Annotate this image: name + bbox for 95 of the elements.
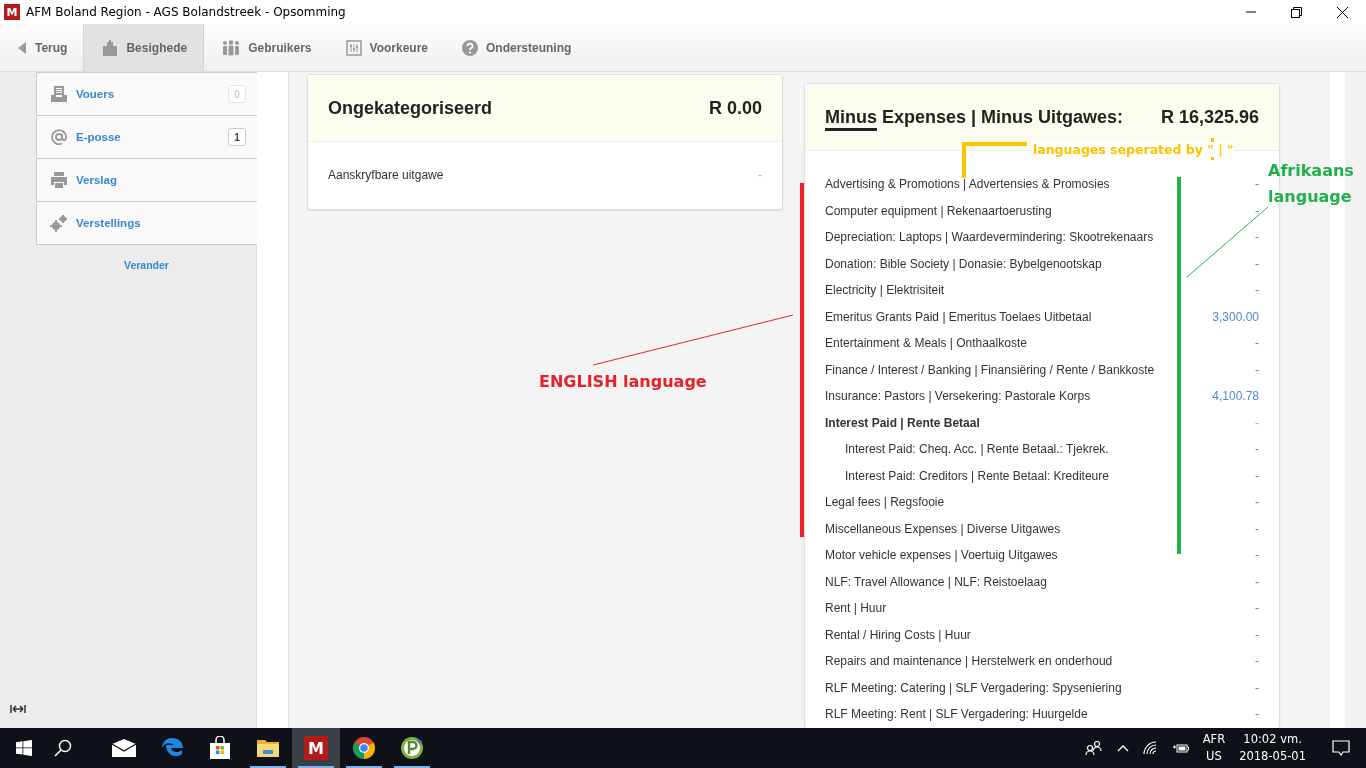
people-icon[interactable]	[1084, 740, 1103, 756]
expense-category: Donation: Bible Society | Donasie: Bybelgenootskap	[825, 256, 1102, 271]
notifications-icon[interactable]	[1332, 740, 1350, 756]
chrome-browser-icon	[352, 736, 376, 760]
expense-category: Insurance: Pastors | Versekering: Pastorale Korps	[825, 389, 1091, 404]
count-badge: 1	[228, 128, 246, 146]
sliders-icon	[345, 39, 362, 56]
shopping-bag-icon	[208, 736, 232, 760]
expense-category: Computer equipment | Rekenaartoerusting	[825, 203, 1052, 218]
expense-category: Advertising & Promotions | Advertensies & Promosies	[825, 177, 1110, 192]
expense-amount[interactable]: -	[1255, 256, 1259, 271]
expense-amount[interactable]: -	[1255, 574, 1259, 589]
users-icon	[222, 39, 241, 56]
expense-category: Depreciation: Laptops | Waardevermindering: Skootrekenaars	[825, 230, 1154, 245]
expense-category: RLF Meeting: Rent | SLF Vergadering: Huurgelde	[825, 707, 1088, 722]
sidebar-label: Vouers	[76, 88, 115, 100]
input-language[interactable]: AFR US	[1202, 731, 1226, 765]
clock[interactable]: 10:02 vm. 2018-05-01	[1239, 731, 1306, 765]
expense-amount[interactable]: -	[1255, 230, 1259, 245]
expense-category: Emeritus Grants Paid | Emeritus Toelaes Uitbetaal	[825, 309, 1092, 324]
help-icon	[462, 39, 478, 56]
expense-amount[interactable]: -	[1255, 468, 1259, 483]
wifi-icon[interactable]	[1142, 741, 1159, 755]
window-title: AFM Boland Region - AGS Bolandstreek - Opsomming	[26, 5, 346, 19]
expense-amount[interactable]: -	[1255, 654, 1259, 669]
expense-category: RLF Meeting: Catering | SLF Vergadering: Spyseniering	[825, 680, 1122, 695]
expense-amount[interactable]: -	[1255, 283, 1259, 298]
printer-icon	[50, 171, 68, 189]
nav-tab[interactable]: Ondersteuning	[444, 24, 588, 71]
expense-amount[interactable]: -	[1255, 707, 1259, 722]
expense-amount[interactable]: -	[758, 168, 762, 183]
expense-category: Miscellaneous Expenses | Diverse Uitgawes	[825, 521, 1061, 536]
expense-amount[interactable]: -	[1255, 415, 1259, 430]
sidebar-label: Verslag	[76, 174, 117, 186]
inbox-tray-icon	[50, 85, 68, 103]
sidebar-label: Verstellings	[76, 217, 141, 229]
nav-tab[interactable]: Besighede	[83, 24, 205, 71]
expense-amount[interactable]: -	[1255, 495, 1259, 510]
gears-icon	[50, 214, 68, 232]
start-windows-icon[interactable]	[16, 740, 32, 756]
expense-category: Rent | Huur	[825, 601, 887, 616]
expense-amount[interactable]: -	[1255, 442, 1259, 457]
app-logo-icon: M	[304, 736, 328, 760]
p-circle-icon	[400, 736, 424, 760]
browser-e-icon	[161, 737, 183, 759]
maximize-icon[interactable]	[1291, 6, 1302, 18]
expense-amount[interactable]: -	[1255, 601, 1259, 616]
annotation-text: Afrikaans language	[1268, 160, 1354, 208]
building-icon	[102, 39, 119, 56]
expense-amount[interactable]: -	[1255, 362, 1259, 377]
nav-tab[interactable]: Terug	[0, 24, 84, 71]
sidebar-label: E-posse	[76, 131, 121, 143]
annotation-text: languages seperated by " | "	[1033, 142, 1234, 157]
expense-amount[interactable]: 3,300.00	[1212, 309, 1259, 324]
expense-amount[interactable]: -	[1255, 177, 1259, 192]
card-title: Ongekategoriseerd	[328, 97, 493, 119]
expense-amount[interactable]: -	[1255, 336, 1259, 351]
expense-category: Interest Paid: Creditors | Rente Betaal: Krediteure	[844, 468, 1109, 483]
at-sign-icon	[50, 128, 68, 146]
taskbar-app[interactable]: M	[292, 728, 340, 768]
expand-width-icon[interactable]	[10, 705, 26, 713]
search-icon[interactable]	[54, 739, 72, 757]
expense-category: Interest Paid: Cheq. Acc. | Rente Betaal.: Tjekrek.	[844, 442, 1109, 457]
back-arrow-icon	[18, 41, 27, 54]
expense-category: Aanskryfbare uitgawe	[328, 168, 444, 183]
expense-amount[interactable]: -	[1255, 521, 1259, 536]
card-total: R 0.00	[708, 97, 762, 119]
battery-icon[interactable]	[1172, 742, 1189, 754]
nav-tab[interactable]: Gebruikers	[204, 24, 328, 71]
card-total: R 16,325.96	[1160, 106, 1259, 128]
expense-category: Legal fees | Regsfooie	[825, 495, 945, 510]
folder-icon	[256, 738, 280, 758]
sidebar-item[interactable]: Verslag	[37, 158, 257, 201]
expense-category: NLF: Travel Allowance | NLF: Reistoelaag	[825, 574, 1047, 589]
nav-tab[interactable]: Voorkeure	[327, 24, 444, 71]
expense-category: Motor vehicle expenses | Voertuig Uitgawes	[825, 548, 1058, 563]
expense-category: Rental / Hiring Costs | Huur	[825, 627, 971, 642]
expense-category: Electricity | Elektrisiteit	[825, 283, 945, 298]
change-link[interactable]: Verander	[36, 259, 257, 271]
app-logo-icon: M	[4, 4, 20, 20]
close-icon[interactable]	[1337, 6, 1348, 18]
expense-amount[interactable]: 4,100.78	[1212, 389, 1259, 404]
expense-category: Repairs and maintenance | Herstelwerk en onderhoud	[825, 654, 1113, 669]
card-title: Minus Expenses | Minus Uitgawes:	[825, 106, 1124, 128]
expense-category: Entertainment & Meals | Onthaalkoste	[825, 336, 1027, 351]
expense-amount[interactable]: -	[1255, 680, 1259, 695]
expense-amount[interactable]: -	[1255, 548, 1259, 563]
expense-amount[interactable]: -	[1255, 627, 1259, 642]
chevron-up-icon[interactable]	[1116, 744, 1129, 752]
annotation-text: ENGLISH language	[539, 372, 707, 391]
expense-amount[interactable]: -	[1255, 203, 1259, 218]
envelope-icon	[111, 738, 137, 758]
sidebar-item[interactable]: E-posse 1	[37, 115, 257, 158]
expense-category: Interest Paid | Rente Betaal	[825, 415, 980, 430]
expense-category: Finance / Interest / Banking | Finansiëring / Rente / Bankkoste	[825, 362, 1155, 377]
